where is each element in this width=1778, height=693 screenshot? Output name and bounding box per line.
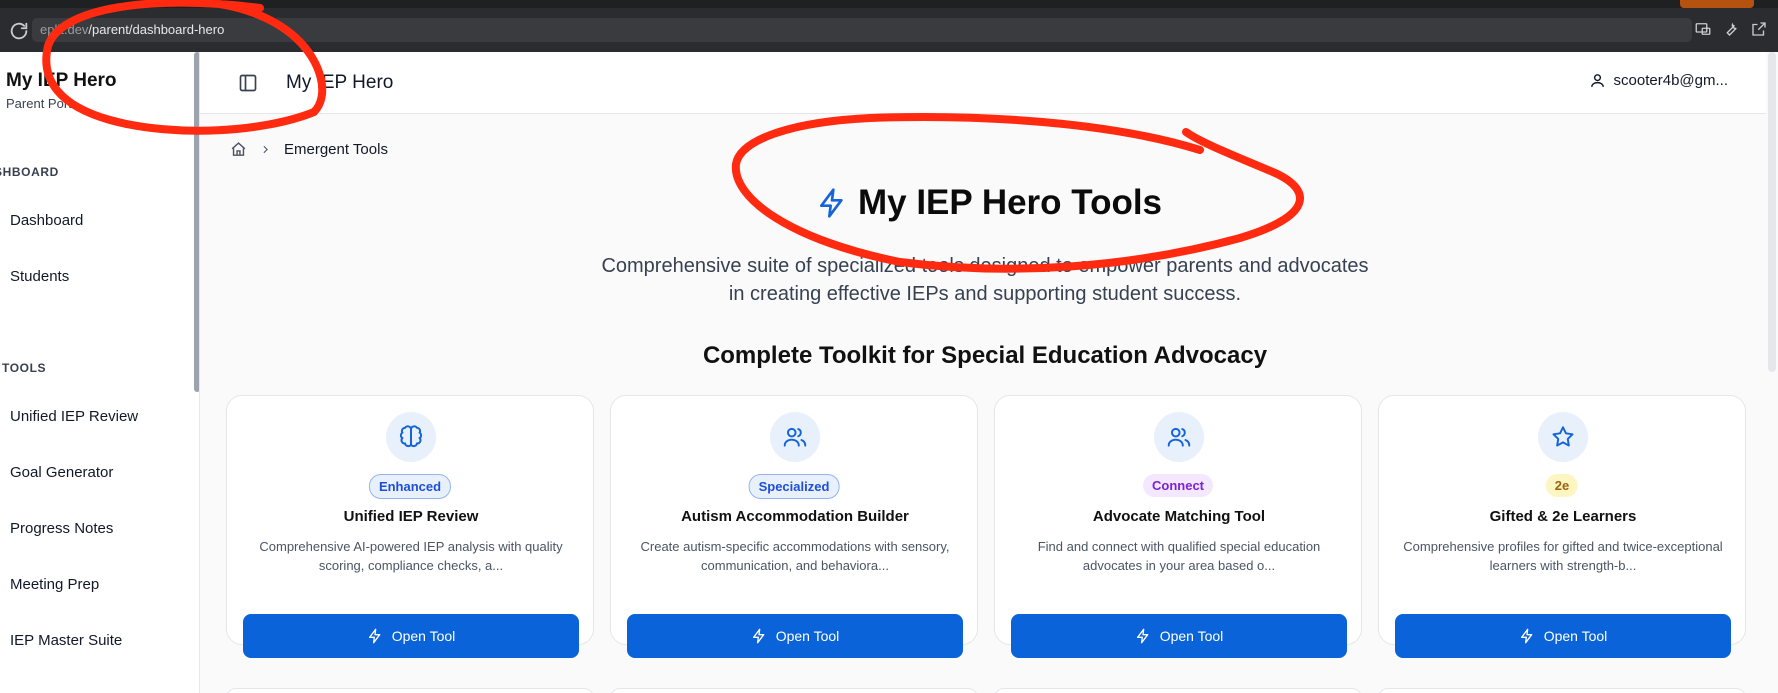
sidebar-subtitle: Parent Port (6, 96, 72, 111)
page-title: My IEP Hero Tools (857, 183, 1163, 222)
card-icon-circle (1154, 412, 1204, 462)
lightning-icon (368, 628, 381, 644)
sidebar-toggle-icon[interactable] (238, 73, 258, 93)
sidebar-section-dashboard: SHBOARD (0, 165, 59, 179)
sidebar-section-tools: TOOLS (2, 361, 47, 375)
browser-toolbar: eplit.dev/parent/dashboard-hero (0, 8, 1778, 52)
section-heading: Complete Toolkit for Special Education A… (702, 342, 1268, 369)
wrench-icon[interactable] (1722, 20, 1740, 38)
top-header: My IEP Hero scooter4b@gm... (200, 52, 1766, 114)
address-bar[interactable]: eplit.dev/parent/dashboard-hero (32, 18, 1692, 42)
card-badge: Specialized (748, 474, 840, 499)
tool-card-next-row (994, 688, 1362, 693)
tool-card-unified-iep-review: Enhanced Unified IEP Review Comprehensiv… (226, 395, 594, 658)
card-title: Advocate Matching Tool (1092, 508, 1266, 525)
card-description: Comprehensive AI-powered IEP analysis wi… (259, 539, 563, 573)
tool-card-next-row (1378, 688, 1746, 693)
sidebar-item-meeting-prep[interactable]: Meeting Prep (10, 576, 99, 593)
brain-icon (399, 425, 423, 448)
card-description: Comprehensive profiles for gifted and tw… (1403, 539, 1723, 573)
card-icon-circle (770, 412, 820, 462)
lightning-icon (1520, 628, 1533, 644)
screen-share-icon[interactable] (1694, 20, 1712, 38)
open-tool-button[interactable]: Open Tool (627, 614, 963, 658)
tool-card-next-row (226, 688, 594, 693)
user-icon (1590, 74, 1604, 87)
lightning-icon (752, 628, 765, 644)
card-title: Gifted & 2e Learners (1489, 508, 1637, 525)
breadcrumb-current: Emergent Tools (284, 141, 388, 158)
header-title: My IEP Hero (286, 72, 394, 93)
tool-card-gifted-2e-learners: 2e Gifted & 2e Learners Comprehensive pr… (1378, 395, 1746, 658)
sidebar-item-iep-master-suite[interactable]: IEP Master Suite (10, 632, 122, 649)
home-icon[interactable] (230, 141, 247, 158)
card-title: Autism Accommodation Builder (681, 508, 909, 525)
user-menu[interactable]: scooter4b@gm... (1589, 72, 1728, 89)
open-tool-label: Open Tool (391, 628, 456, 644)
url-host: eplit.dev (40, 22, 89, 37)
lightning-icon (1136, 628, 1149, 644)
card-badge: Enhanced (368, 474, 452, 499)
intro-text: Comprehensive suite of specialized tools… (601, 255, 1369, 305)
sidebar: My IEP Hero Parent Port SHBOARD Dashboar… (0, 52, 200, 693)
reload-icon[interactable] (8, 20, 30, 42)
card-icon-circle (386, 412, 436, 462)
card-description: Find and connect with qualified special … (1037, 539, 1321, 573)
breadcrumb: Emergent Tools (230, 141, 388, 158)
tool-card-advocate-matching: Connect Advocate Matching Tool Find and … (994, 395, 1362, 658)
page-heading: My IEP Hero Tools (0, 183, 1778, 223)
external-link-icon[interactable] (1750, 20, 1768, 38)
sidebar-item-progress-notes[interactable]: Progress Notes (10, 520, 113, 537)
card-badge: 2e (1545, 474, 1579, 497)
sidebar-item-students[interactable]: Students (10, 268, 69, 285)
url-path: /parent/dashboard-hero (88, 22, 225, 37)
open-tool-button[interactable]: Open Tool (1011, 614, 1347, 658)
sidebar-item-unified-iep-review[interactable]: Unified IEP Review (10, 408, 138, 425)
card-badge: Connect (1143, 474, 1213, 497)
star-icon (1552, 426, 1574, 447)
card-title: Unified IEP Review (343, 508, 479, 525)
user-email: scooter4b@gm... (1613, 72, 1728, 89)
users-icon (1167, 427, 1191, 447)
chevron-right-icon (263, 145, 268, 154)
sidebar-app-title: My IEP Hero (6, 70, 117, 91)
open-tool-button[interactable]: Open Tool (1395, 614, 1731, 658)
browser-action-button[interactable] (1680, 0, 1754, 8)
browser-tab-strip (0, 0, 1778, 8)
open-tool-label: Open Tool (1159, 628, 1224, 644)
open-tool-label: Open Tool (1543, 628, 1608, 644)
open-tool-label: Open Tool (775, 628, 840, 644)
sidebar-item-goal-generator[interactable]: Goal Generator (10, 464, 113, 481)
open-tool-button[interactable]: Open Tool (243, 614, 579, 658)
card-description: Create autism-specific accommodations wi… (640, 539, 950, 573)
lightning-icon (819, 188, 843, 218)
tool-card-autism-accommodation-builder: Specialized Autism Accommodation Builder… (610, 395, 978, 658)
tool-card-next-row (610, 688, 978, 693)
card-icon-circle (1538, 412, 1588, 462)
users-icon (783, 427, 807, 447)
